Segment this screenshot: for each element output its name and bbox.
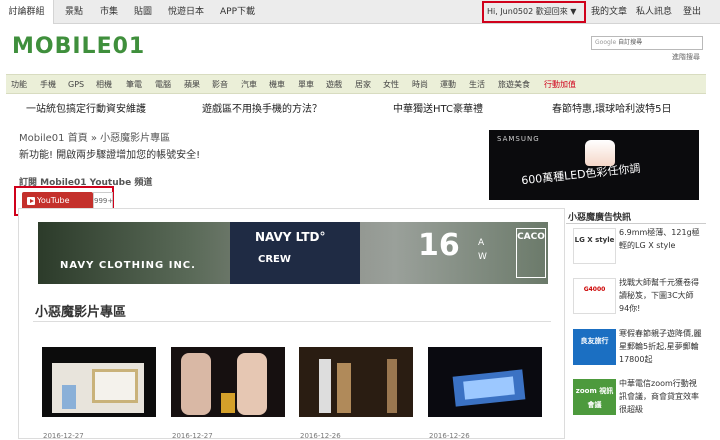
banner-shirt-text-2: CREW <box>258 254 291 265</box>
category-gps[interactable]: GPS <box>68 75 84 94</box>
sidebar-ad-item[interactable]: LG X style 6.9mm極薄、121g極輕的LG X style <box>573 226 703 270</box>
sidebar-ad-item[interactable]: G4000 找戰大師幫千元獲卷得讀秘笈，下圖3C大師94你! <box>573 276 703 320</box>
category-car[interactable]: 汽車 <box>241 75 257 94</box>
category-life[interactable]: 生活 <box>469 75 485 94</box>
category-games[interactable]: 遊戲 <box>326 75 342 94</box>
sidebar-ad-text: 6.9mm極薄、121g極輕的LG X style <box>619 228 700 250</box>
category-function[interactable]: 功能 <box>11 75 27 94</box>
category-travel-food[interactable]: 旅遊美食 <box>498 75 530 94</box>
top-navigation-bar: 討論群組 景點 市集 貼圖 悅遊日本 APP下載 Hi, Jun0502 歡迎回… <box>0 0 720 25</box>
promo-link-games[interactable]: 遊戲區不用換手機的方法？ <box>202 100 322 115</box>
mobile01-logo[interactable]: MOBILE01 <box>12 34 145 59</box>
site-header: MOBILE01 Google 自訂搜尋 進階搜尋 <box>0 24 720 72</box>
topnav-japan[interactable]: 悅遊日本 <box>168 0 204 24</box>
topnav-private-messages[interactable]: 私人訊息 <box>636 0 672 24</box>
category-women[interactable]: 女性 <box>383 75 399 94</box>
security-notice[interactable]: 新功能! 開啟兩步驟證增加您的帳號安全! <box>19 146 200 161</box>
sidebar-ad-text: 中華電信zoom行動視訊會議，商會貸宜效率很超級 <box>619 379 699 414</box>
topnav-market[interactable]: 市集 <box>100 0 118 24</box>
topnav-forum[interactable]: 討論群組 <box>0 0 54 25</box>
breadcrumb[interactable]: Mobile01 首頁 » 小惡魔影片專區 <box>19 129 170 144</box>
search-placeholder: 自訂搜尋 <box>618 39 643 46</box>
category-notebook[interactable]: 筆電 <box>126 75 142 94</box>
video-thumbnail-3[interactable] <box>299 347 413 417</box>
video-thumbnail-4[interactable] <box>428 347 542 417</box>
category-bicycle[interactable]: 單車 <box>298 75 314 94</box>
banner-season-number: 16 <box>418 228 460 263</box>
category-apple[interactable]: 蘋果 <box>184 75 200 94</box>
promo-link-spring[interactable]: 春節特惠,環球哈利波特5日 <box>552 100 672 115</box>
category-mobile-vas[interactable]: 行動加值 <box>544 75 576 94</box>
banner-shirt-text-1: NAVY LTD° <box>255 230 326 244</box>
youtube-button-label: YouTube <box>37 196 70 205</box>
category-computer[interactable]: 電腦 <box>155 75 171 94</box>
topnav-my-posts[interactable]: 我的文章 <box>591 0 627 24</box>
google-label: Google <box>595 39 617 46</box>
topnav-stickers[interactable]: 貼圖 <box>134 0 152 24</box>
youtube-play-icon <box>27 197 35 205</box>
section-title: 小惡魔影片專區 <box>35 305 127 320</box>
printer-logo: G4000 <box>573 278 616 314</box>
sidebar-ad-item[interactable]: zoom 視訊會議 中華電信zoom行動視訊會議，商會貸宜效率很超級 <box>573 377 703 421</box>
banner-season-aw: AW <box>478 238 487 262</box>
category-camera[interactable]: 相機 <box>96 75 112 94</box>
category-fashion[interactable]: 時尚 <box>412 75 428 94</box>
banner-brand: NAVY CLOTHING INC. <box>60 260 196 271</box>
travel-logo: 良友旅行 <box>573 329 616 365</box>
promo-link-htc[interactable]: 中華獨送HTC豪華禮 <box>393 100 483 115</box>
category-sports[interactable]: 運動 <box>440 75 456 94</box>
topnav-logout[interactable]: 登出 <box>683 0 701 24</box>
category-av[interactable]: 影音 <box>212 75 228 94</box>
category-home[interactable]: 居家 <box>355 75 371 94</box>
topnav-attractions[interactable]: 景點 <box>65 0 83 24</box>
promo-link-security[interactable]: 一站統包搞定行動資安維護 <box>26 100 146 115</box>
google-search-input[interactable]: Google 自訂搜尋 <box>591 36 703 50</box>
lg-logo: LG X style <box>573 228 616 264</box>
samsung-ad-banner[interactable]: SAMSUNG 600萬種LED色彩任你調 <box>489 130 699 200</box>
category-phone[interactable]: 手機 <box>40 75 56 94</box>
samsung-brand: SAMSUNG <box>497 135 540 143</box>
category-motorcycle[interactable]: 機車 <box>269 75 285 94</box>
section-divider <box>33 321 551 322</box>
samsung-ad-text: 600萬種LED色彩任你調 <box>520 161 641 188</box>
sidebar-ad-text: 寒假春節親子遊降價,麗星郵輪5折起,星夢郵輪17800起 <box>619 329 702 364</box>
caco-ad-banner[interactable]: NAVY CLOTHING INC. NAVY LTD° CREW 16 AW … <box>38 222 548 284</box>
sidebar-ad-text: 找戰大師幫千元獲卷得讀秘笈，下圖3C大師94你! <box>619 278 699 313</box>
caco-logo: CACO <box>516 228 546 278</box>
sidebar-title: 小惡魔廣告快訊 <box>568 213 632 223</box>
topnav-app-download[interactable]: APP下載 <box>220 0 255 24</box>
video-thumbnail-1[interactable] <box>42 347 156 417</box>
video-thumbnail-2[interactable] <box>171 347 285 417</box>
sidebar-ad-item[interactable]: 良友旅行 寒假春節親子遊降價,麗星郵輪5折起,星夢郵輪17800起 <box>573 327 703 371</box>
zoom-logo: zoom 視訊會議 <box>573 379 616 415</box>
promo-links: 一站統包搞定行動資安維護 遊戲區不用換手機的方法？ 中華獨送HTC豪華禮 春節特… <box>0 96 720 122</box>
category-bar: 功能 手機 GPS 相機 筆電 電腦 蘋果 影音 汽車 機車 單車 遊戲 居家 … <box>6 74 706 94</box>
user-greeting-menu[interactable]: Hi, Jun0502 歡迎回來 ▼ <box>482 1 586 23</box>
advanced-search-link[interactable]: 進階搜尋 <box>672 52 700 62</box>
sidebar-divider <box>566 223 706 224</box>
